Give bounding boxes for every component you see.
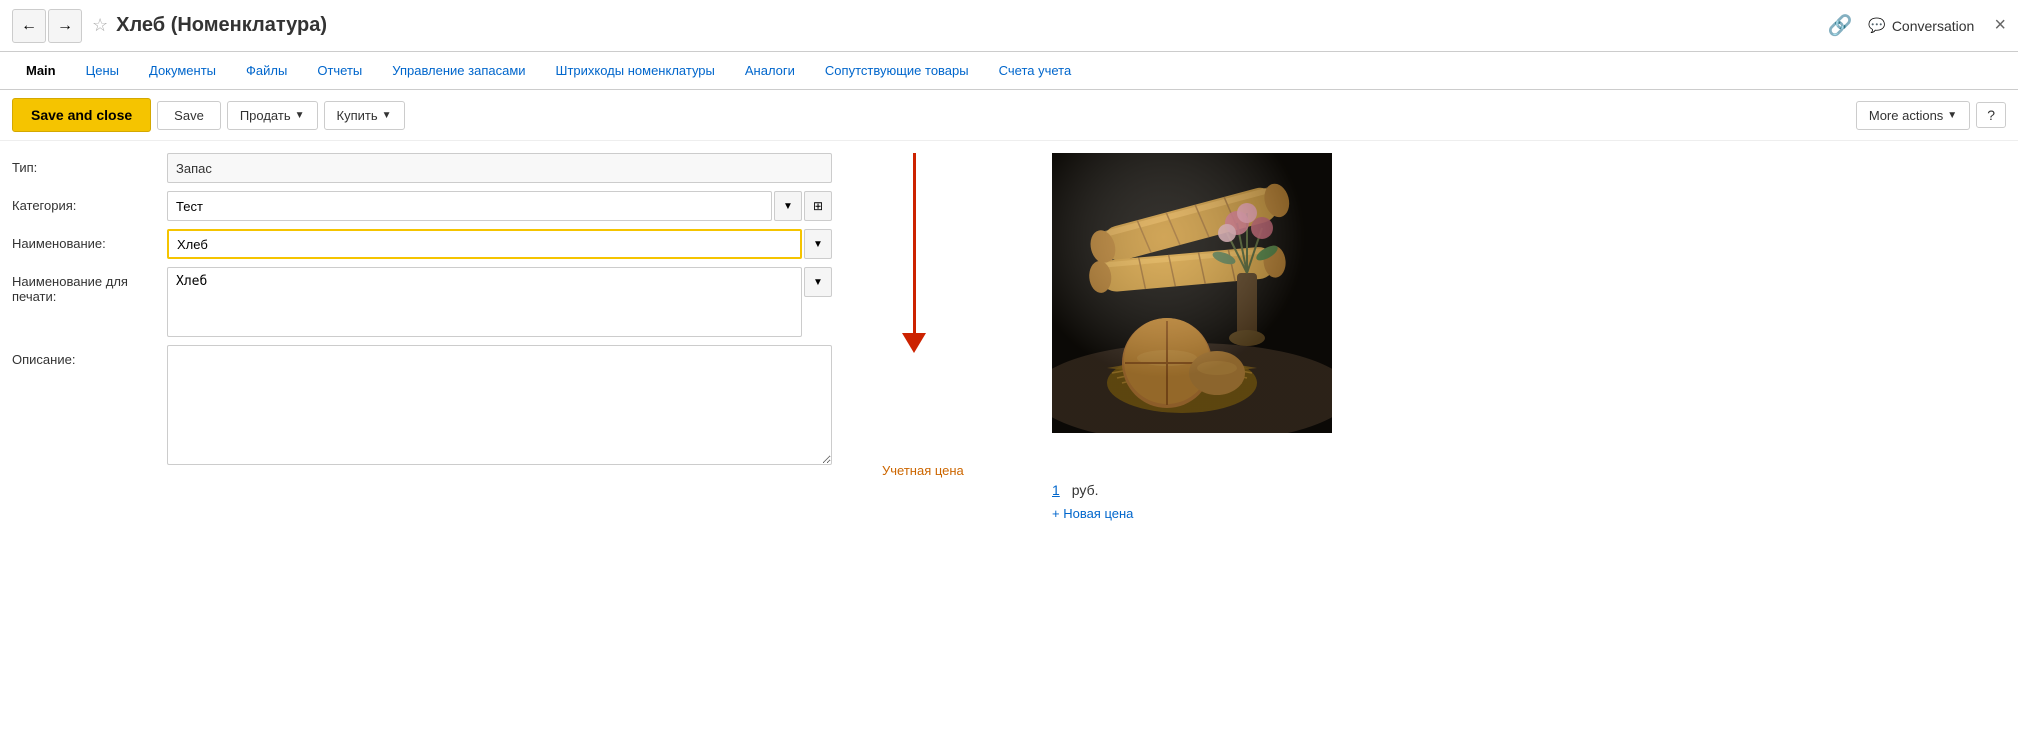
form-row-name: Наименование: ▼ [12,229,832,259]
favorite-button[interactable]: ☆ [92,15,108,36]
price-currency: руб. [1072,482,1099,498]
name-dropdown-btn[interactable]: ▼ [804,229,832,259]
close-button[interactable]: × [1994,14,2006,37]
buy-dropdown-icon: ▼ [382,110,392,121]
category-input[interactable] [167,191,772,221]
description-label: Описание: [12,345,167,374]
bread-image-svg [1052,153,1332,433]
tab-related[interactable]: Сопутствующие товары [811,57,983,84]
sell-dropdown-icon: ▼ [295,110,305,121]
tab-accounts[interactable]: Счета учета [985,57,1086,84]
save-close-button[interactable]: Save and close [12,98,151,132]
form-row-type: Тип: Запас [12,153,832,183]
type-label: Тип: [12,153,167,182]
arrow-head [902,333,926,353]
conversation-button[interactable]: 💬 Conversation [1868,17,1974,34]
type-control: Запас [167,153,832,183]
page-title: Хлеб (Номенклатура) [116,14,1827,37]
arrow-line [913,153,916,333]
print-name-input-group: ▼ [167,267,832,337]
help-button[interactable]: ? [1976,102,2006,128]
link-button[interactable]: 🔗 [1827,13,1852,38]
учетная-цена-label: Учетная цена [882,463,2006,478]
type-value: Запас [167,153,832,183]
sell-label: Продать [240,108,291,123]
sell-button[interactable]: Продать ▼ [227,101,318,130]
price-row: 1 руб. [1052,482,2006,498]
tab-documents[interactable]: Документы [135,57,230,84]
description-input[interactable] [167,345,832,465]
main-content: Тип: Запас Категория: ▼ ⊞ Наименование: [0,141,2018,488]
back-button[interactable]: ← [12,9,46,43]
buy-button[interactable]: Купить ▼ [324,101,405,130]
header-bar: ← → ☆ Хлеб (Номенклатура) 🔗 💬 Conversati… [0,0,2018,52]
nav-buttons: ← → [12,9,82,43]
tab-inventory[interactable]: Управление запасами [378,57,539,84]
name-input-group: ▼ [167,229,832,259]
print-name-dropdown-btn[interactable]: ▼ [804,267,832,297]
form-row-print-name: Наименование для печати: ▼ [12,267,832,337]
new-price-button[interactable]: + Новая цена [1052,506,2006,521]
tab-main[interactable]: Main [12,57,70,86]
category-control: ▼ ⊞ [167,191,832,221]
more-actions-button[interactable]: More actions ▼ [1856,101,1970,130]
form-area: Тип: Запас Категория: ▼ ⊞ Наименование: [12,153,832,476]
category-input-group: ▼ ⊞ [167,191,832,221]
category-dropdown-btn[interactable]: ▼ [774,191,802,221]
more-actions-dropdown-icon: ▼ [1947,110,1957,121]
tab-reports[interactable]: Отчеты [303,57,376,84]
right-panel: Учетная цена 1 руб. + Новая цена [852,153,2006,476]
tab-analogs[interactable]: Аналоги [731,57,809,84]
name-input[interactable] [167,229,802,259]
price-value[interactable]: 1 [1052,482,1060,498]
form-row-category: Категория: ▼ ⊞ [12,191,832,221]
buy-label: Купить [337,108,378,123]
print-name-label: Наименование для печати: [12,267,167,311]
name-label: Наименование: [12,229,167,258]
header-right: 🔗 💬 Conversation × [1827,13,2006,38]
forward-button[interactable]: → [48,9,82,43]
chat-icon: 💬 [1868,17,1885,34]
description-control [167,345,832,468]
tab-barcodes[interactable]: Штрихкоды номенклатуры [542,57,729,84]
tab-prices[interactable]: Цены [72,57,133,84]
star-icon: ☆ [92,15,108,35]
print-name-input[interactable] [167,267,802,337]
toolbar: Save and close Save Продать ▼ Купить ▼ M… [0,90,2018,141]
print-name-control: ▼ [167,267,832,337]
more-actions-label: More actions [1869,108,1943,123]
link-icon: 🔗 [1827,15,1852,37]
tab-files[interactable]: Файлы [232,57,301,84]
arrow-container [902,153,926,353]
save-button[interactable]: Save [157,101,221,130]
product-image [1052,153,1332,433]
tab-bar: Main Цены Документы Файлы Отчеты Управле… [0,52,2018,90]
category-link-btn[interactable]: ⊞ [804,191,832,221]
form-row-description: Описание: [12,345,832,468]
conversation-label: Conversation [1892,18,1975,34]
pricing-area: Учетная цена 1 руб. + Новая цена [852,463,2006,521]
name-control: ▼ [167,229,832,259]
category-label: Категория: [12,191,167,220]
